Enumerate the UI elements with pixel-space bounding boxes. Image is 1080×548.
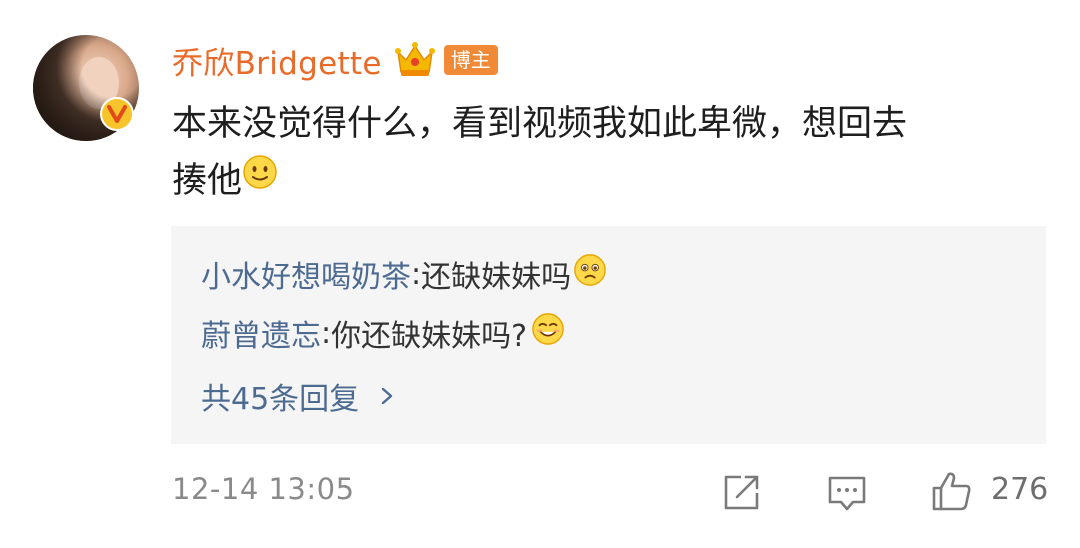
reply-username[interactable]: 小水好想喝奶茶 bbox=[201, 252, 411, 296]
reply-item[interactable]: 蔚曾遗忘: 你还缺妹妹吗? bbox=[201, 311, 565, 355]
like-count: 276 bbox=[991, 472, 1049, 507]
crown-icon bbox=[394, 42, 435, 76]
verified-v-badge-icon bbox=[100, 97, 134, 131]
chevron-right-icon bbox=[381, 387, 393, 405]
reply-text: 你还缺妹妹吗? bbox=[331, 319, 528, 354]
comment-text: 本来没觉得什么，看到视频我如此卑微，想回去 揍他 bbox=[172, 96, 1032, 211]
author-tag-badge: 博主 bbox=[443, 45, 498, 75]
more-replies-link[interactable]: 共45条回复 bbox=[201, 374, 397, 418]
comment-text-line1: 本来没觉得什么，看到视频我如此卑微，想回去 bbox=[172, 104, 908, 144]
thumbs-up-icon[interactable] bbox=[930, 469, 974, 517]
reply-preview-box[interactable]: 小水好想喝奶茶: 还缺妹妹吗 蔚曾遗忘: 你还缺妹妹吗? 共45条回复 bbox=[171, 226, 1046, 444]
reply-text: 还缺妹妹吗 bbox=[421, 260, 572, 295]
reply-item[interactable]: 小水好想喝奶茶: 还缺妹妹吗 bbox=[201, 252, 607, 296]
share-icon[interactable] bbox=[720, 472, 762, 518]
reply-separator: : bbox=[411, 256, 422, 292]
sad-emoji-icon bbox=[573, 253, 607, 295]
username[interactable]: 乔欣Bridgette bbox=[172, 38, 382, 83]
grin-emoji-icon bbox=[531, 312, 565, 354]
comment-timestamp: 12-14 13:05 bbox=[172, 472, 355, 506]
more-replies-label: 共45条回复 bbox=[201, 382, 360, 417]
reply-separator: : bbox=[321, 315, 332, 351]
username-row: 乔欣Bridgette 博主 bbox=[172, 38, 498, 82]
comment-icon[interactable] bbox=[826, 472, 868, 518]
smile-emoji-icon bbox=[242, 151, 278, 208]
comment-text-line2: 揍他 bbox=[172, 161, 243, 201]
reply-username[interactable]: 蔚曾遗忘 bbox=[201, 311, 321, 355]
